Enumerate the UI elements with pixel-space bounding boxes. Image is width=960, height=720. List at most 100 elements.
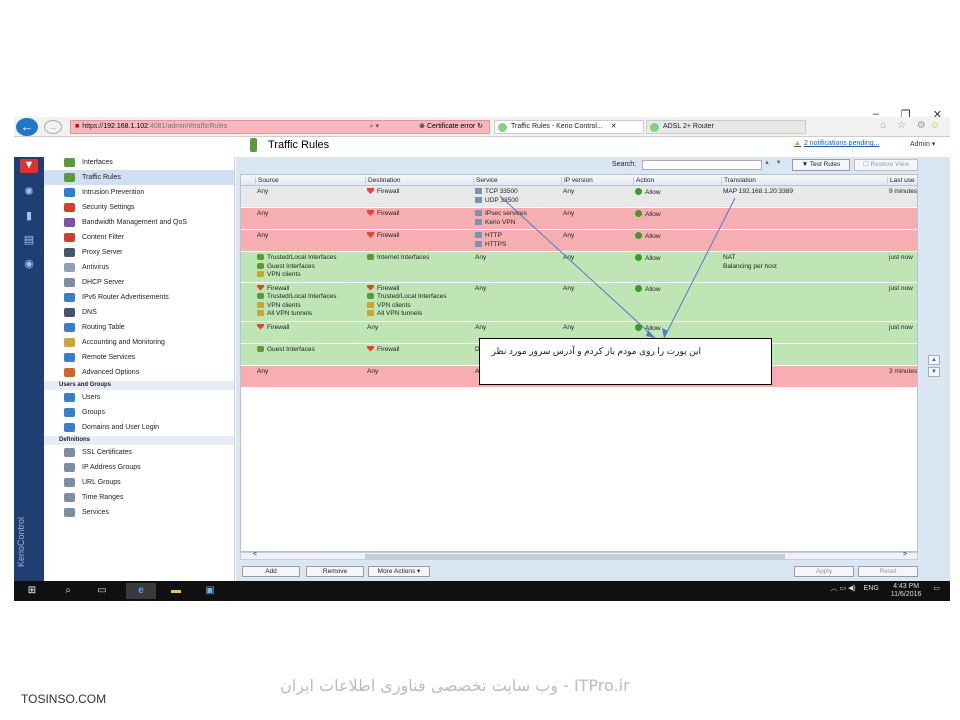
apply-button[interactable]: Apply — [794, 566, 854, 577]
add-button[interactable]: Add — [242, 566, 300, 577]
sidebar-item-groups[interactable]: Groups — [44, 405, 234, 420]
sidebar-item-ip-address-groups[interactable]: IP Address Groups — [44, 460, 234, 475]
sidebar-item-intrusion-prevention[interactable]: Intrusion Prevention — [44, 185, 234, 200]
table-row[interactable]: Any Firewall TCP 33500 UDP 33500 Any Allow MAP… — [241, 186, 917, 208]
column-header-destination[interactable]: Destination — [365, 177, 401, 186]
remove-button[interactable]: Remove — [306, 566, 364, 577]
clock[interactable]: 4:43 PM 11/6/2016 — [891, 583, 922, 599]
sidebar-item-accounting-and-monitoring[interactable]: Accounting and Monitoring — [44, 335, 234, 350]
remote-services-icon — [64, 353, 75, 362]
allow-check-icon — [635, 210, 642, 217]
statistics-bars-icon[interactable]: ▮ — [20, 209, 38, 223]
interface-icon — [257, 262, 264, 269]
kerio-tab-icon — [498, 123, 507, 132]
cell-value: Any — [475, 284, 487, 292]
tab-traffic-rules[interactable]: Traffic Rules - Kerio Control... ✕ — [494, 120, 644, 134]
internet-explorer-icon[interactable]: e — [126, 583, 156, 599]
user-menu[interactable]: Admin ▾ — [910, 140, 935, 148]
logs-document-icon[interactable]: ▤ — [20, 233, 38, 247]
horizontal-scrollbar[interactable]: < > — [240, 551, 918, 560]
reset-button[interactable]: Reset — [858, 566, 918, 577]
firewall-shield-icon[interactable]: ▼ — [20, 159, 38, 173]
sidebar-item-domains-and-user-login[interactable]: Domains and User Login — [44, 420, 234, 435]
sidebar-item-time-ranges[interactable]: Time Ranges — [44, 490, 234, 505]
tab-close-icon[interactable]: ✕ — [611, 123, 617, 130]
sidebar-item-routing-table[interactable]: Routing Table — [44, 320, 234, 335]
search-icon[interactable]: ⌕ — [58, 583, 78, 599]
dns-icon — [64, 308, 75, 317]
search-nav-arrows[interactable]: ▲ ▼ — [764, 160, 784, 166]
task-view-icon[interactable]: ▭ — [92, 583, 112, 599]
cell-value: Firewall — [377, 284, 400, 292]
certificate-error[interactable]: ⊗ Certificate error ↻ — [419, 121, 483, 133]
address-bar[interactable]: ■ https://192.168.1.102:4081/admin/#traff… — [70, 120, 490, 134]
scroll-right-arrow[interactable]: > — [903, 551, 907, 558]
table-row[interactable]: Trusted/Local Interfaces Guest Interfaces… — [241, 252, 917, 283]
cell-value: Trusted/Local Interfaces — [377, 293, 447, 300]
address-search-icon[interactable]: ⌕ ▾ — [370, 121, 379, 133]
column-header-action[interactable]: Action — [633, 177, 654, 186]
sidebar-item-label: Traffic Rules — [82, 174, 121, 181]
sidebar-item-bandwidth-management-and-qos[interactable]: Bandwidth Management and QoS — [44, 215, 234, 230]
notification-center-icon[interactable]: ▭ — [933, 585, 940, 592]
tray-icons[interactable]: ︿ ▭ ◀) — [831, 585, 858, 592]
sidebar-item-remote-services[interactable]: Remote Services — [44, 350, 234, 365]
back-button[interactable]: ← — [16, 118, 38, 136]
sidebar-item-services[interactable]: Services — [44, 505, 234, 520]
service-icon — [475, 210, 482, 216]
allow-check-icon — [635, 188, 642, 195]
language-indicator[interactable]: ENG — [864, 585, 879, 592]
forward-button[interactable]: → — [44, 120, 62, 134]
settings-gear-icon[interactable]: ✺ — [20, 185, 38, 199]
tab-label: ADSL 2+ Router — [663, 123, 714, 130]
sidebar-item-dns[interactable]: DNS — [44, 305, 234, 320]
column-header-service[interactable]: Service — [473, 177, 498, 186]
table-row[interactable]: Any Firewall HTTP HTTPS Any Allow — [241, 230, 917, 252]
move-rule-down-button[interactable]: ▼ — [928, 367, 940, 377]
cell-ipver: Any — [563, 210, 575, 217]
browser-right-icons[interactable]: ⌂ ☆ ⚙☺ — [880, 120, 944, 131]
file-explorer-icon[interactable]: ▬ — [166, 583, 186, 599]
sidebar-item-antivirus[interactable]: Antivirus — [44, 260, 234, 275]
sidebar-item-interfaces[interactable]: Interfaces — [44, 155, 234, 170]
notifications-link[interactable]: ▲ 2 notifications pending... — [794, 140, 879, 147]
feedback-smiley-icon[interactable]: ☺ — [930, 120, 944, 131]
scroll-thumb[interactable] — [365, 554, 785, 559]
cell-lastuse: 3 minutes — [889, 367, 918, 375]
proxy-server-icon — [64, 248, 75, 257]
sidebar-item-security-settings[interactable]: Security Settings — [44, 200, 234, 215]
home-star-gear-icons[interactable]: ⌂ ☆ ⚙ — [880, 120, 930, 131]
sidebar-item-dhcp-server[interactable]: DHCP Server — [44, 275, 234, 290]
search-input[interactable] — [642, 160, 762, 170]
column-header-ipver[interactable]: IP version — [561, 177, 593, 186]
move-rule-up-button[interactable]: ▲ — [928, 355, 940, 365]
restore-view-button[interactable]: ☐ Restore View — [854, 159, 918, 171]
interface-icon — [367, 254, 374, 260]
sidebar-item-url-groups[interactable]: URL Groups — [44, 475, 234, 490]
sidebar-item-proxy-server[interactable]: Proxy Server — [44, 245, 234, 260]
cell-source: Firewall Trusted/Local Interfaces VPN clie… — [257, 284, 337, 319]
table-row[interactable]: Any Firewall IPsec services Kerio VPN Any All… — [241, 208, 917, 230]
sidebar-item-label: Users — [82, 394, 101, 401]
tab-adsl-router[interactable]: ADSL 2+ Router — [646, 120, 806, 134]
table-row[interactable]: Firewall Trusted/Local Interfaces VPN clie… — [241, 282, 917, 322]
column-header-source[interactable]: Source — [255, 177, 279, 186]
sidebar-item-users[interactable]: Users — [44, 390, 234, 405]
app-window-icon[interactable]: ▣ — [200, 583, 220, 599]
more-actions-button[interactable]: More Actions ▾ — [368, 566, 430, 577]
sidebar-item-content-filter[interactable]: Content Filter — [44, 230, 234, 245]
sidebar-item-traffic-rules[interactable]: Traffic Rules — [44, 170, 234, 185]
start-windows-icon[interactable]: ⊞ — [22, 583, 42, 599]
status-disk-icon[interactable]: ◉ — [20, 257, 38, 271]
url-host: 192.168.1.102 — [103, 123, 149, 130]
section-users-and-groups: Users and Groups — [44, 381, 234, 390]
sidebar-item-ssl-certificates[interactable]: SSL Certificates — [44, 445, 234, 460]
cell-value: HTTPS — [485, 240, 507, 248]
scroll-left-arrow[interactable]: < — [253, 551, 257, 558]
column-header-translation[interactable]: Translation — [721, 177, 756, 186]
sidebar-item-ipv6-router-advertisements[interactable]: IPv6 Router Advertisements — [44, 290, 234, 305]
test-rules-button[interactable]: ▼ Test Rules — [792, 159, 850, 171]
content-filter-icon — [64, 233, 75, 242]
column-header-lastuse[interactable]: Last use — [887, 177, 915, 186]
sidebar-item-advanced-options[interactable]: Advanced Options — [44, 365, 234, 380]
